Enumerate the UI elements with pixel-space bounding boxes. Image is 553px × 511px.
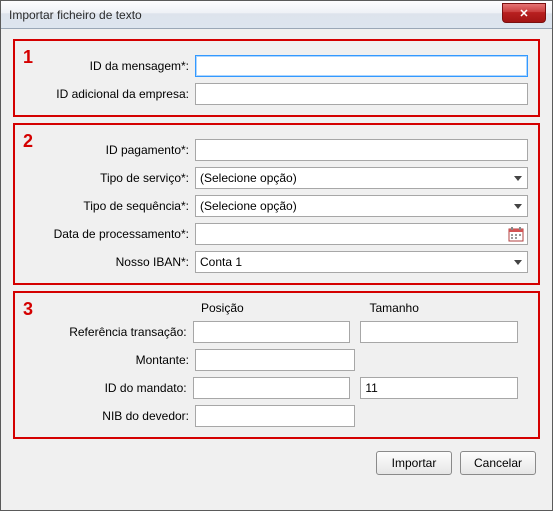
input-debtor-nib-pos[interactable] <box>195 405 355 427</box>
input-amount-pos[interactable] <box>195 349 355 371</box>
label-sequence-type: Tipo de sequência*: <box>25 199 195 213</box>
label-payment-id: ID pagamento*: <box>25 143 195 157</box>
input-tx-ref-size[interactable] <box>360 321 518 343</box>
cancel-button[interactable]: Cancelar <box>460 451 536 475</box>
label-mandate-id: ID do mandato: <box>25 381 193 395</box>
label-debtor-nib: NIB do devedor: <box>25 409 195 423</box>
titlebar: Importar ficheiro de texto ✕ <box>1 1 552 29</box>
row-amount: Montante: <box>25 349 528 371</box>
input-processing-date[interactable] <box>196 224 508 244</box>
row-payment-id: ID pagamento*: <box>25 139 528 161</box>
close-button[interactable]: ✕ <box>502 3 546 23</box>
close-icon: ✕ <box>519 7 528 20</box>
group-1-number: 1 <box>23 47 33 68</box>
chevron-down-icon <box>514 204 522 209</box>
row-processing-date: Data de processamento*: <box>25 223 528 245</box>
column-headers: Posição Tamanho <box>195 301 528 315</box>
select-our-iban-value: Conta 1 <box>200 255 242 269</box>
group-2: 2 ID pagamento*: Tipo de serviço*: (Sele… <box>13 123 540 285</box>
row-service-type: Tipo de serviço*: (Selecione opção) <box>25 167 528 189</box>
chevron-down-icon <box>514 176 522 181</box>
dialog-window: Importar ficheiro de texto ✕ 1 ID da men… <box>0 0 553 511</box>
group-3-number: 3 <box>23 299 33 320</box>
client-area: 1 ID da mensagem*: ID adicional da empre… <box>1 29 552 510</box>
select-sequence-type[interactable]: (Selecione opção) <box>195 195 528 217</box>
input-tx-ref-pos[interactable] <box>193 321 351 343</box>
input-processing-date-wrap <box>195 223 528 245</box>
import-button[interactable]: Importar <box>376 451 452 475</box>
select-our-iban[interactable]: Conta 1 <box>195 251 528 273</box>
row-company-addl-id: ID adicional da empresa: <box>25 83 528 105</box>
label-amount: Montante: <box>25 353 195 367</box>
footer-buttons: Importar Cancelar <box>13 445 540 477</box>
select-service-type[interactable]: (Selecione opção) <box>195 167 528 189</box>
group-3: 3 Posição Tamanho Referência transação: … <box>13 291 540 439</box>
label-msg-id: ID da mensagem*: <box>25 59 195 73</box>
label-processing-date: Data de processamento*: <box>25 227 195 241</box>
row-mandate-id: ID do mandato: <box>25 377 528 399</box>
header-size: Tamanho <box>370 301 529 315</box>
input-company-addl-id[interactable] <box>195 83 528 105</box>
group-2-number: 2 <box>23 131 33 152</box>
input-mandate-id-pos[interactable] <box>193 377 351 399</box>
input-msg-id[interactable] <box>195 55 528 77</box>
row-debtor-nib: NIB do devedor: <box>25 405 528 427</box>
header-position: Posição <box>201 301 360 315</box>
row-msg-id: ID da mensagem*: <box>25 55 528 77</box>
select-sequence-type-value: (Selecione opção) <box>200 199 297 213</box>
row-tx-ref: Referência transação: <box>25 321 528 343</box>
calendar-icon[interactable] <box>508 226 524 242</box>
label-our-iban: Nosso IBAN*: <box>25 255 195 269</box>
label-company-addl-id: ID adicional da empresa: <box>25 87 195 101</box>
row-our-iban: Nosso IBAN*: Conta 1 <box>25 251 528 273</box>
select-service-type-value: (Selecione opção) <box>200 171 297 185</box>
chevron-down-icon <box>514 260 522 265</box>
input-mandate-id-size[interactable] <box>360 377 518 399</box>
window-title: Importar ficheiro de texto <box>1 8 142 22</box>
input-payment-id[interactable] <box>195 139 528 161</box>
label-service-type: Tipo de serviço*: <box>25 171 195 185</box>
label-tx-ref: Referência transação: <box>25 325 193 339</box>
row-sequence-type: Tipo de sequência*: (Selecione opção) <box>25 195 528 217</box>
group-1: 1 ID da mensagem*: ID adicional da empre… <box>13 39 540 117</box>
